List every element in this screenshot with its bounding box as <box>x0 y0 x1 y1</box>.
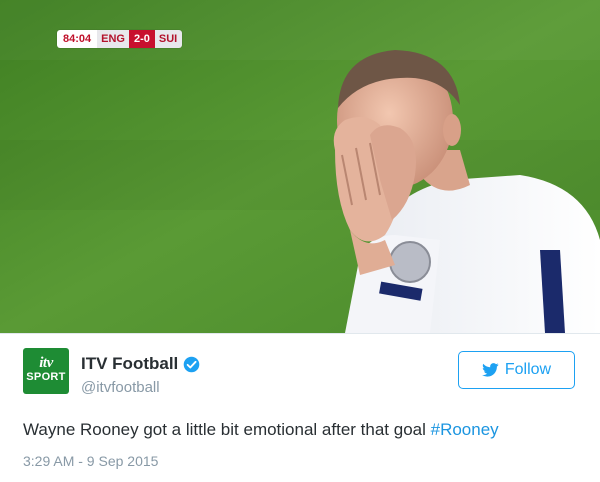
avatar[interactable]: itv SPORT <box>23 348 69 394</box>
tweet-timestamp[interactable]: 3:29 AM - 9 Sep 2015 <box>23 453 158 469</box>
follow-button-label: Follow <box>504 361 552 378</box>
account-display-name[interactable]: ITV Football <box>81 354 200 374</box>
follow-button[interactable]: Follow <box>458 351 575 389</box>
account-handle[interactable]: @itvfootball <box>81 379 160 396</box>
display-name-text: ITV Football <box>81 354 179 373</box>
embedded-tweet: 84:04 ENG 2-0 SUI itv SPORT ITV Football… <box>0 0 600 482</box>
player-photo <box>0 0 600 333</box>
verified-badge-icon <box>183 356 200 372</box>
match-scoreboard: 84:04 ENG 2-0 SUI <box>57 30 183 48</box>
hashtag-link[interactable]: #Rooney <box>431 420 499 439</box>
tweet-text: Wayne Rooney got a little bit emotional … <box>23 420 499 440</box>
match-clock: 84:04 <box>57 30 97 48</box>
home-team: ENG <box>96 30 129 48</box>
avatar-logo-subtext: SPORT <box>26 371 66 383</box>
tweet-media-photo[interactable]: 84:04 ENG 2-0 SUI <box>0 0 600 333</box>
away-team: SUI <box>154 30 183 48</box>
tweet-text-body: Wayne Rooney got a little bit emotional … <box>23 420 431 439</box>
match-score: 2-0 <box>128 30 155 48</box>
avatar-logo-text: itv <box>39 355 53 371</box>
twitter-bird-icon <box>481 363 499 377</box>
media-divider <box>0 333 600 334</box>
